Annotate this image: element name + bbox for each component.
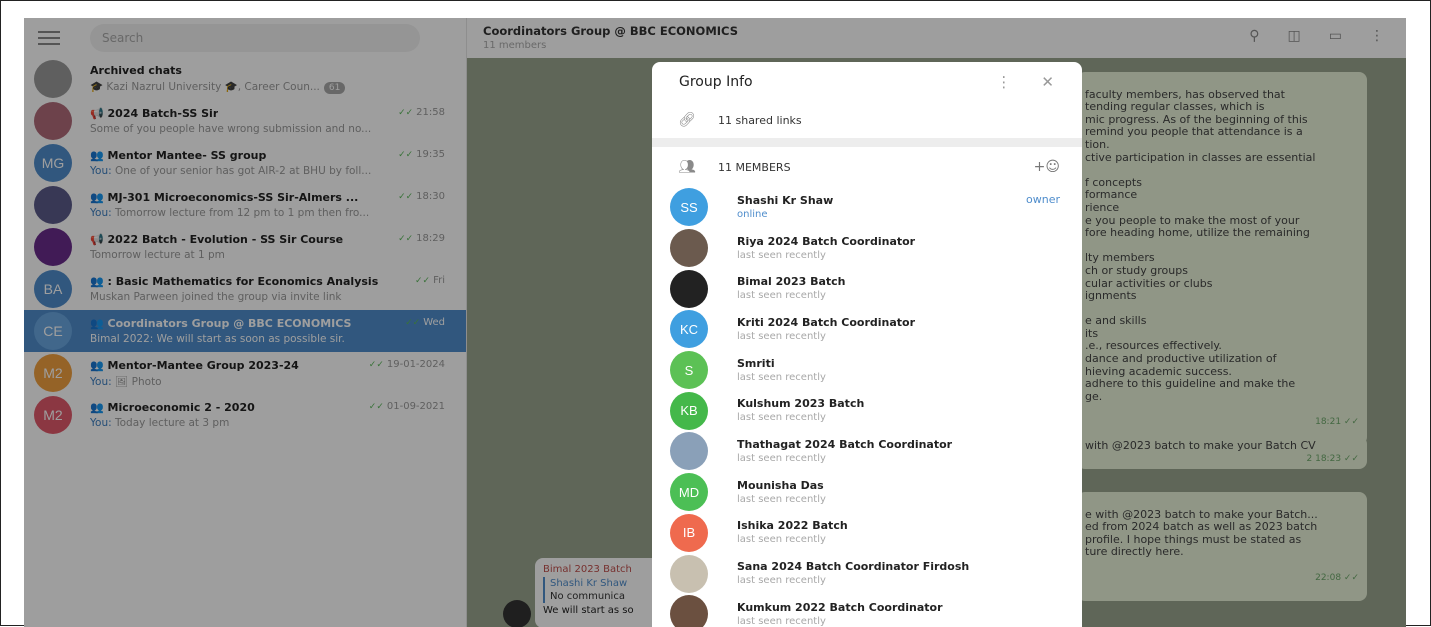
member-name: Ishika 2022 Batch xyxy=(737,519,848,533)
member-row[interactable]: Sana 2024 Batch Coordinator Firdosh last … xyxy=(652,553,1082,594)
member-row[interactable]: Riya 2024 Batch Coordinator last seen rec… xyxy=(652,228,1082,269)
member-avatar: SS xyxy=(670,188,708,227)
member-list: SS Shashi Kr Shaw online owner Riya 2024 Bat… xyxy=(652,187,1082,627)
member-name: Riya 2024 Batch Coordinator xyxy=(737,234,916,248)
member-avatar: IB xyxy=(670,513,708,552)
shared-links-row[interactable]: 🔗︎ 11 shared links xyxy=(652,102,1082,138)
member-row[interactable]: Thathagat 2024 Batch Coordinator last see… xyxy=(652,431,1082,472)
group-info-dialog: Group Info ⋮ ✕ 🔗︎ 11 shared links 👥︎ 11 … xyxy=(652,62,1082,627)
member-status: last seen recently xyxy=(737,412,826,424)
section-divider xyxy=(652,138,1082,147)
member-name: Smriti xyxy=(737,356,775,370)
member-status: last seen recently xyxy=(737,330,826,342)
member-status: last seen recently xyxy=(737,534,826,546)
link-icon: 🔗︎ xyxy=(678,112,696,128)
member-avatar xyxy=(670,554,708,593)
member-name: Thathagat 2024 Batch Coordinator xyxy=(737,437,953,451)
close-icon[interactable]: ✕ xyxy=(1041,73,1054,91)
member-status: last seen recently xyxy=(737,615,826,627)
member-name: Mounisha Das xyxy=(737,478,824,492)
member-status: last seen recently xyxy=(737,249,826,261)
members-header: 👥︎ 11 MEMBERS +☺ xyxy=(652,147,1082,187)
member-name: Shashi Kr Shaw xyxy=(737,193,834,207)
dialog-header: Group Info ⋮ ✕ xyxy=(652,62,1082,102)
member-row[interactable]: MD Mounisha Das last seen recently xyxy=(652,472,1082,513)
members-count-label: 11 MEMBERS xyxy=(718,160,791,174)
member-row[interactable]: KC Kriti 2024 Batch Coordinator last seen … xyxy=(652,309,1082,350)
member-name: Kulshum 2023 Batch xyxy=(737,397,865,411)
member-name: Sana 2024 Batch Coordinator Firdosh xyxy=(737,560,970,574)
add-member-icon[interactable]: +☺ xyxy=(1034,159,1060,175)
member-row[interactable]: S Smriti last seen recently xyxy=(652,350,1082,391)
member-status: last seen recently xyxy=(737,371,826,383)
member-avatar xyxy=(670,595,708,627)
member-avatar: S xyxy=(670,351,708,390)
member-name: Bimal 2023 Batch xyxy=(737,275,846,289)
member-row[interactable]: SS Shashi Kr Shaw online owner xyxy=(652,187,1082,228)
member-avatar xyxy=(670,432,708,471)
member-status: last seen recently xyxy=(737,575,826,587)
member-status: last seen recently xyxy=(737,290,826,302)
member-name: Kumkum 2022 Batch Coordinator xyxy=(737,600,943,614)
member-status: online xyxy=(737,208,768,220)
member-avatar xyxy=(670,269,708,308)
member-row[interactable]: Bimal 2023 Batch last seen recently xyxy=(652,268,1082,309)
member-status: last seen recently xyxy=(737,493,826,505)
owner-badge: owner xyxy=(1026,193,1060,206)
member-row[interactable]: KB Kulshum 2023 Batch last seen recently xyxy=(652,390,1082,431)
member-row[interactable]: IB Ishika 2022 Batch last seen recently xyxy=(652,513,1082,554)
telegram-window: Search Archived chats 🎓 Kazi Nazrul Univ… xyxy=(24,18,1406,627)
more-options-icon[interactable]: ⋮ xyxy=(996,73,1011,91)
member-row[interactable]: Kumkum 2022 Batch Coordinator last seen r… xyxy=(652,594,1082,627)
members-icon: 👥︎ xyxy=(678,159,696,175)
member-avatar: KC xyxy=(670,310,708,349)
member-avatar xyxy=(670,229,708,268)
shared-links-label: 11 shared links xyxy=(718,113,802,127)
member-status: last seen recently xyxy=(737,452,826,464)
dialog-title: Group Info xyxy=(679,74,753,90)
member-avatar: KB xyxy=(670,391,708,430)
member-name: Kriti 2024 Batch Coordinator xyxy=(737,315,916,329)
screenshot-frame: Search Archived chats 🎓 Kazi Nazrul Univ… xyxy=(0,0,1431,627)
member-avatar: MD xyxy=(670,473,708,512)
